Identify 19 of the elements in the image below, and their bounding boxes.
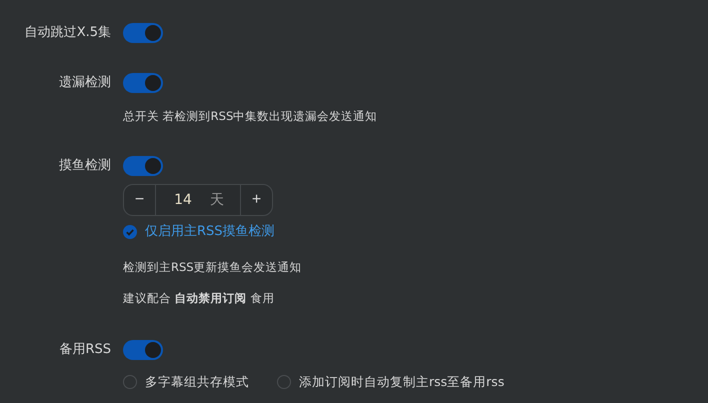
hint-text: 建议配合 自动禁用订阅 食用 (123, 290, 274, 306)
setting-label: 自动跳过X.5集 (24, 24, 111, 42)
radio-option[interactable]: 多字幕组共存模式 (123, 374, 249, 390)
hint-text: 检测到主RSS更新摸鱼会发送通知 (123, 259, 302, 275)
hint-text: 总开关 若检测到RSS中集数出现遗漏会发送通知 (123, 108, 378, 124)
setting-label: 摸鱼检测 (59, 157, 111, 175)
radio-option[interactable]: 添加订阅时自动复制主rss至备用rss (277, 374, 504, 390)
setting-label: 备用RSS (59, 341, 111, 359)
toggle-switch[interactable] (123, 23, 163, 43)
setting-label: 遗漏检测 (59, 74, 111, 92)
toggle-switch[interactable] (123, 156, 163, 176)
decrement-button[interactable]: − (124, 185, 156, 215)
toggle-switch[interactable] (123, 73, 163, 93)
number-value: 14 (173, 191, 193, 210)
number-stepper[interactable]: − 14 天 + (123, 184, 273, 216)
unit-label: 天 (210, 191, 225, 210)
increment-button[interactable]: + (240, 185, 272, 215)
toggle-switch[interactable] (123, 340, 163, 360)
checkbox-option[interactable]: 仅启用主RSS摸鱼检测 (123, 223, 275, 241)
